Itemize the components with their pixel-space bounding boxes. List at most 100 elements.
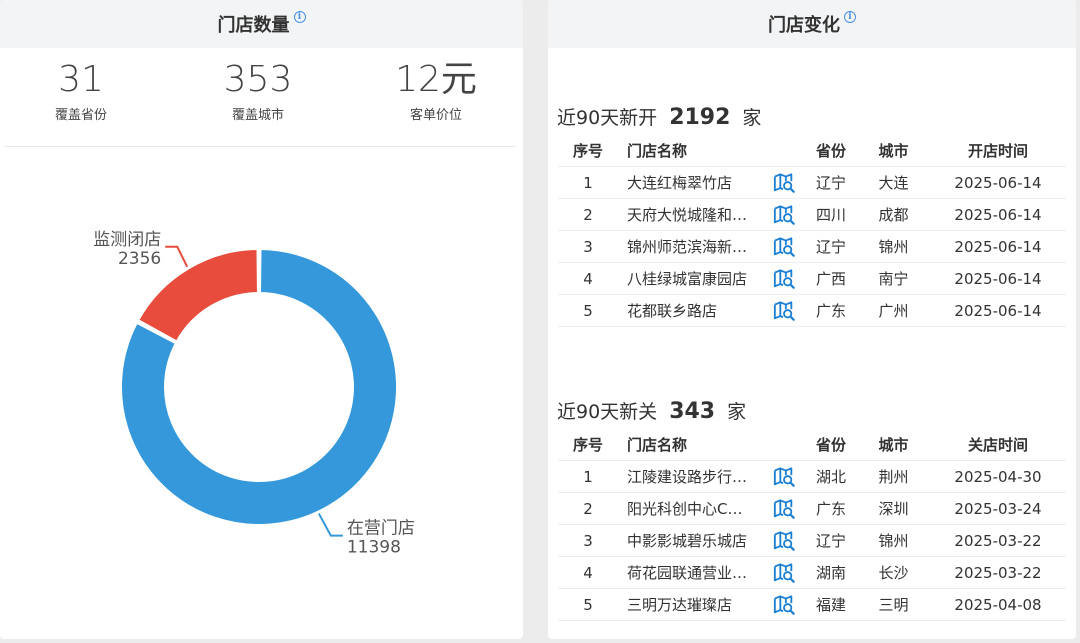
table-row: 4 八桂绿城富康园店 广西 南宁 2025-06-14 <box>558 263 1066 295</box>
closed-suffix: 家 <box>727 401 747 423</box>
city: 锦州 <box>878 532 909 550</box>
store-status-donut-chart: 监测闭店2356 在营门店11398 <box>93 230 415 558</box>
province: 广西 <box>815 270 846 288</box>
date: 2025-04-30 <box>954 467 1042 486</box>
stat-avg-price: 12元 客单价位 <box>356 58 516 123</box>
store-count-title: 门店数量 <box>217 15 290 36</box>
closed-prefix: 近90天新关 <box>557 401 658 423</box>
row-index: 2 <box>583 205 593 224</box>
stat-value: 353 <box>223 59 293 100</box>
date: 2025-04-08 <box>954 595 1042 614</box>
row-index: 1 <box>583 467 593 486</box>
map-search-icon[interactable] <box>763 530 805 552</box>
city: 南宁 <box>878 270 909 288</box>
table-row: 1 大连红梅翠竹店 辽宁 大连 2025-06-14 <box>558 167 1066 199</box>
table-row: 3 锦州师范滨海新… 辽宁 锦州 2025-06-14 <box>558 231 1066 263</box>
date: 2025-06-14 <box>954 237 1042 256</box>
row-index: 3 <box>583 237 593 256</box>
opened-count: 2192 <box>669 105 731 130</box>
city: 长沙 <box>878 564 909 582</box>
closed-slice-value: 2356 <box>118 249 161 269</box>
stat-value: 12元 <box>395 59 477 100</box>
column-header-date: 关店时间 <box>967 436 1028 454</box>
table-row: 5 三明万达璀璨店 福建 三明 2025-04-08 <box>558 589 1066 621</box>
map-search-icon[interactable] <box>763 466 805 488</box>
store-count-header: 门店数量 i <box>0 0 523 48</box>
stats-row: 31 覆盖省份 353 覆盖城市 12元 客单价位 <box>0 58 523 128</box>
store-change-header: 门店变化 i <box>548 0 1076 48</box>
stat-value: 31 <box>58 59 104 100</box>
date: 2025-06-14 <box>954 269 1042 288</box>
province: 辽宁 <box>815 238 846 256</box>
row-index: 5 <box>583 301 593 320</box>
column-header-index: 序号 <box>572 436 603 454</box>
store-name: 三明万达璀璨店 <box>627 596 733 614</box>
opened-stores-table: 序号 门店名称 省份 城市 开店时间 1 大连红梅翠竹店 辽宁 大连 2025-06-14 2 天府大… <box>558 135 1066 327</box>
closed-stores-table: 序号 门店名称 省份 城市 关店时间 1 江陵建设路步行… 湖北 荆州 2025-04-30 2 阳光… <box>558 429 1066 621</box>
stat-cities: 353 覆盖城市 <box>178 58 338 123</box>
province: 辽宁 <box>815 532 846 550</box>
store-name: 天府大悦城隆和… <box>627 206 748 224</box>
table-row: 1 江陵建设路步行… 湖北 荆州 2025-04-30 <box>558 461 1066 493</box>
map-search-icon[interactable] <box>763 268 805 290</box>
column-header-store-name: 门店名称 <box>627 142 688 160</box>
store-name: 大连红梅翠竹店 <box>627 174 733 192</box>
closed-label-leader-line <box>165 245 189 268</box>
info-icon[interactable]: i <box>844 11 856 23</box>
store-change-title: 门店变化 <box>768 15 840 36</box>
store-change-panel: 门店变化 i 近90天新开 2192 家 序号 门店名称 省份 城市 开店时间 1 大连红梅… <box>548 0 1076 639</box>
map-search-icon[interactable] <box>763 594 805 616</box>
date: 2025-03-22 <box>954 531 1042 550</box>
stat-label: 客单价位 <box>409 108 462 123</box>
date: 2025-06-14 <box>954 205 1042 224</box>
store-name: 花都联乡路店 <box>627 302 718 320</box>
province: 辽宁 <box>815 174 846 192</box>
table-row: 4 荷花园联通营业… 湖南 长沙 2025-03-22 <box>558 557 1066 589</box>
map-search-icon[interactable] <box>763 236 805 258</box>
city: 成都 <box>878 206 909 224</box>
province: 广东 <box>815 302 846 320</box>
closed-count: 343 <box>669 399 716 424</box>
province: 四川 <box>815 206 846 224</box>
city: 锦州 <box>878 238 909 256</box>
closed-section-title: 近90天新关 343 家 <box>557 397 746 424</box>
store-name: 江陵建设路步行… <box>627 468 748 486</box>
store-name: 阳光科创中心C… <box>627 500 743 518</box>
stat-label: 覆盖省份 <box>54 108 107 123</box>
map-search-icon[interactable] <box>763 172 805 194</box>
column-header-city: 城市 <box>878 436 909 454</box>
column-header-store-name: 门店名称 <box>627 436 688 454</box>
city: 荆州 <box>878 468 909 486</box>
province: 湖北 <box>815 468 846 486</box>
city: 广州 <box>878 302 909 320</box>
store-name: 八桂绿城富康园店 <box>627 270 748 288</box>
city: 三明 <box>878 596 909 614</box>
operating-label-leader-line <box>317 513 343 537</box>
opened-suffix: 家 <box>742 107 762 129</box>
table-row: 2 阳光科创中心C… 广东 深圳 2025-03-24 <box>558 493 1066 525</box>
closed-slice-label: 监测闭店 <box>93 230 161 250</box>
column-header-date: 开店时间 <box>967 142 1028 160</box>
column-header-province: 省份 <box>815 436 846 454</box>
opened-section-title: 近90天新开 2192 家 <box>557 103 761 130</box>
row-index: 4 <box>583 563 593 582</box>
row-index: 4 <box>583 269 593 288</box>
row-index: 5 <box>583 595 593 614</box>
date: 2025-06-14 <box>954 301 1042 320</box>
map-search-icon[interactable] <box>763 204 805 226</box>
table-header: 序号 门店名称 省份 城市 开店时间 <box>558 135 1066 167</box>
store-name: 中影影城碧乐城店 <box>627 532 748 550</box>
column-header-city: 城市 <box>878 142 909 160</box>
city: 大连 <box>878 174 909 192</box>
store-name: 荷花园联通营业… <box>627 564 748 582</box>
column-header-index: 序号 <box>572 142 603 160</box>
column-header-province: 省份 <box>815 142 846 160</box>
operating-slice-value: 11398 <box>347 538 401 558</box>
table-header: 序号 门店名称 省份 城市 关店时间 <box>558 429 1066 461</box>
map-search-icon[interactable] <box>763 562 805 584</box>
row-index: 1 <box>583 173 593 192</box>
map-search-icon[interactable] <box>763 300 805 322</box>
map-search-icon[interactable] <box>763 498 805 520</box>
info-icon[interactable]: i <box>293 11 306 23</box>
city: 深圳 <box>878 500 909 518</box>
